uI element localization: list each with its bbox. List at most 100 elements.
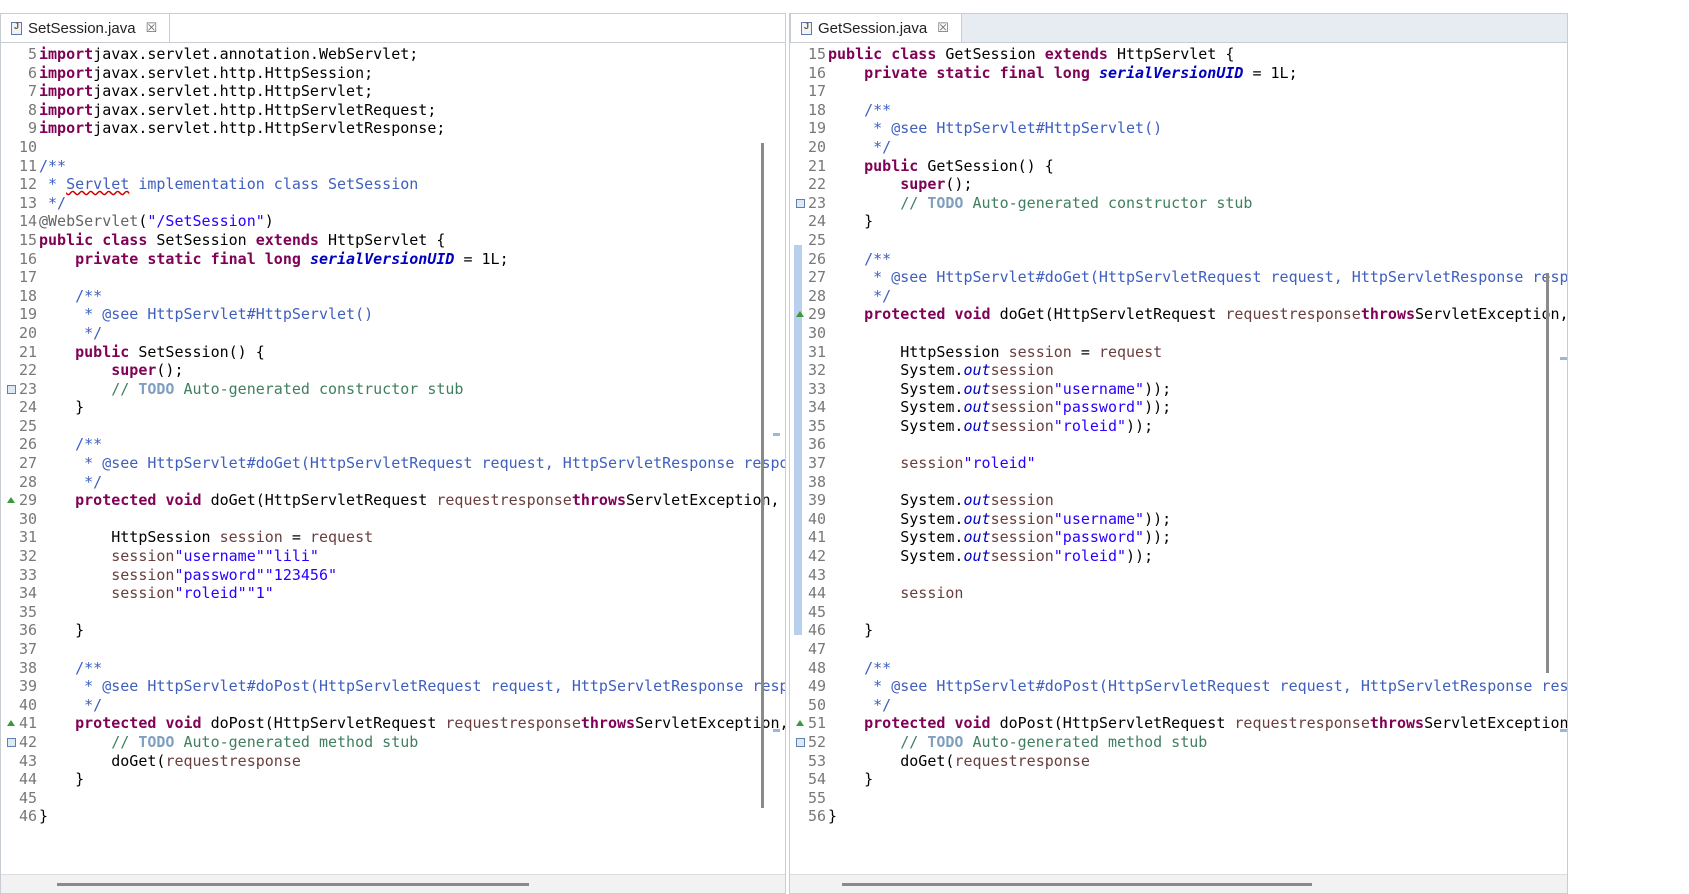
code-line[interactable]: 27 * @see HttpServlet#doGet(HttpServletR… (1, 454, 785, 473)
code-line[interactable]: 18 /** (1, 287, 785, 306)
code-line[interactable]: 40 System.outsession"username")); (790, 510, 1567, 529)
code-line[interactable]: 20 */ (1, 324, 785, 343)
code-line[interactable]: 5 importjavax.servlet.annotation.WebServl… (1, 45, 785, 64)
code-line[interactable]: 31 HttpSession session = request (1, 528, 785, 547)
code-line[interactable]: 47 (790, 640, 1567, 659)
code-line[interactable]: 22 super(); (1, 361, 785, 380)
code-line[interactable]: 17 (1, 268, 785, 287)
code-line[interactable]: 6 importjavax.servlet.http.HttpSession; (1, 64, 785, 83)
code-line[interactable]: 25 (1, 417, 785, 436)
code-line[interactable]: 38 (790, 473, 1567, 492)
code-line[interactable]: 21 public SetSession() { (1, 343, 785, 362)
code-line[interactable]: 50 */ (790, 696, 1567, 715)
code-line[interactable]: 34 session"roleid""1" (1, 584, 785, 603)
code-line[interactable]: 45 (790, 603, 1567, 622)
code-line[interactable]: 18 /** (790, 101, 1567, 120)
code-line[interactable]: 46} (1, 807, 785, 826)
overview-ruler-mark[interactable] (773, 433, 780, 436)
code-line[interactable]: 34 System.outsession"password")); (790, 398, 1567, 417)
code-line[interactable]: 24 } (790, 212, 1567, 231)
code-line[interactable]: 22 super(); (790, 175, 1567, 194)
code-line[interactable]: 9 importjavax.servlet.http.HttpServletRes… (1, 119, 785, 138)
tab-getsession[interactable]: GetSession.java ☒ (790, 14, 962, 42)
code-line[interactable]: 39 System.outsession (790, 491, 1567, 510)
code-line[interactable]: 54 } (790, 770, 1567, 789)
code-line[interactable]: 21 public GetSession() { (790, 157, 1567, 176)
code-line[interactable]: 35 System.outsession"roleid")); (790, 417, 1567, 436)
code-line[interactable]: 41 protected void doPost(HttpServletRequ… (1, 714, 785, 733)
code-line[interactable]: 28 */ (1, 473, 785, 492)
vertical-scrollbar[interactable] (761, 143, 764, 808)
horizontal-scroll-thumb[interactable] (842, 883, 1312, 886)
code-line[interactable]: 49 * @see HttpServlet#doPost(HttpServlet… (790, 677, 1567, 696)
code-line[interactable]: 40 */ (1, 696, 785, 715)
close-tab-icon[interactable]: ☒ (937, 20, 949, 36)
code-line[interactable]: 48 /** (790, 659, 1567, 678)
code-line[interactable]: 7 importjavax.servlet.http.HttpServlet; (1, 82, 785, 101)
code-line[interactable]: 42 // TODO Auto-generated method stub (1, 733, 785, 752)
code-line[interactable]: 19 * @see HttpServlet#HttpServlet() (790, 119, 1567, 138)
code-line[interactable]: 43 doGet(requestresponse (1, 752, 785, 771)
code-line[interactable]: 26 /** (1, 435, 785, 454)
code-line[interactable]: 46 } (790, 621, 1567, 640)
code-line[interactable]: 55 (790, 789, 1567, 808)
code-line[interactable]: 24 } (1, 398, 785, 417)
code-line[interactable]: 36 (790, 435, 1567, 454)
code-line[interactable]: 39 * @see HttpServlet#doPost(HttpServlet… (1, 677, 785, 696)
code-line[interactable]: 30 (1, 510, 785, 529)
tab-setsession[interactable]: SetSession.java ☒ (1, 14, 171, 42)
code-line[interactable]: 32 session"username""lili" (1, 547, 785, 566)
code-line[interactable]: 33 System.outsession"username")); (790, 380, 1567, 399)
code-line[interactable]: 26 /** (790, 250, 1567, 269)
horizontal-scrollbar[interactable] (1, 874, 785, 893)
code-line[interactable]: 37 session"roleid" (790, 454, 1567, 473)
code-line[interactable]: 16 private static final long serialVersi… (790, 64, 1567, 83)
code-editor[interactable]: 5 importjavax.servlet.annotation.WebServl… (1, 43, 785, 875)
code-line[interactable]: 52 // TODO Auto-generated method stub (790, 733, 1567, 752)
code-line[interactable]: 41 System.outsession"password")); (790, 528, 1567, 547)
code-line[interactable]: 44 session (790, 584, 1567, 603)
horizontal-scrollbar[interactable] (790, 874, 1567, 893)
code-line[interactable]: 19 * @see HttpServlet#HttpServlet() (1, 305, 785, 324)
code-line[interactable]: 10 (1, 138, 785, 157)
code-line[interactable]: 17 (790, 82, 1567, 101)
code-line[interactable]: 14 @WebServlet("/SetSession") (1, 212, 785, 231)
code-line[interactable]: 44 } (1, 770, 785, 789)
code-line[interactable]: 45 (1, 789, 785, 808)
code-line[interactable]: 8 importjavax.servlet.http.HttpServletReq… (1, 101, 785, 120)
code-line[interactable]: 15 public class SetSession extends HttpSe… (1, 231, 785, 250)
code-line[interactable]: 36 } (1, 621, 785, 640)
code-line[interactable]: 13 */ (1, 194, 785, 213)
code-line[interactable]: 29 protected void doGet(HttpServletReque… (790, 305, 1567, 324)
code-line[interactable]: 25 (790, 231, 1567, 250)
code-line[interactable]: 38 /** (1, 659, 785, 678)
code-line[interactable]: 23 // TODO Auto-generated constructor st… (1, 380, 785, 399)
overview-ruler-mark[interactable] (773, 729, 780, 732)
code-line[interactable]: 33 session"password""123456" (1, 566, 785, 585)
code-line[interactable]: 30 (790, 324, 1567, 343)
code-line[interactable]: 23 // TODO Auto-generated constructor st… (790, 194, 1567, 213)
code-line[interactable]: 43 (790, 566, 1567, 585)
code-line[interactable]: 56} (790, 807, 1567, 826)
overview-ruler-mark[interactable] (1560, 357, 1567, 360)
horizontal-scroll-thumb[interactable] (57, 883, 529, 886)
code-line[interactable]: 37 (1, 640, 785, 659)
code-line[interactable]: 15 public class GetSession extends HttpSe… (790, 45, 1567, 64)
code-editor[interactable]: 15 public class GetSession extends HttpSe… (790, 43, 1567, 875)
vertical-scrollbar[interactable] (1546, 273, 1549, 673)
code-line[interactable]: 42 System.outsession"roleid")); (790, 547, 1567, 566)
code-line[interactable]: 35 (1, 603, 785, 622)
code-line[interactable]: 53 doGet(requestresponse (790, 752, 1567, 771)
overview-ruler-mark[interactable] (1560, 729, 1567, 732)
code-line[interactable]: 29 protected void doGet(HttpServletReque… (1, 491, 785, 510)
code-line[interactable]: 12 * Servlet implementation class SetSes… (1, 175, 785, 194)
code-line[interactable]: 28 */ (790, 287, 1567, 306)
close-tab-icon[interactable]: ☒ (146, 20, 158, 36)
code-line[interactable]: 51 protected void doPost(HttpServletRequ… (790, 714, 1567, 733)
code-line[interactable]: 31 HttpSession session = request (790, 343, 1567, 362)
code-line[interactable]: 11/** (1, 157, 785, 176)
code-line[interactable]: 27 * @see HttpServlet#doGet(HttpServletR… (790, 268, 1567, 287)
code-line[interactable]: 20 */ (790, 138, 1567, 157)
code-line[interactable]: 16 private static final long serialVersi… (1, 250, 785, 269)
code-line[interactable]: 32 System.outsession (790, 361, 1567, 380)
